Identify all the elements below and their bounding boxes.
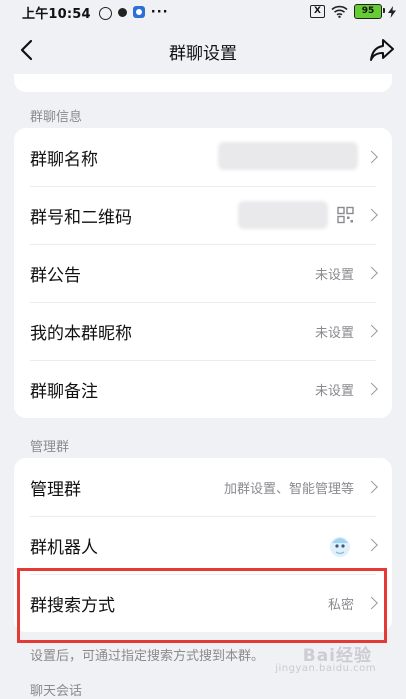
section-label-chat: 聊天会话 [30, 684, 83, 699]
close-box-icon: X [310, 5, 325, 18]
chevron-right-icon [365, 266, 378, 280]
chevron-right-icon [365, 208, 378, 222]
group-info-card: 群聊名称 群号和二维码 群公告 未设置 我的本群昵称 未设置 群聊备注 未设置 [14, 128, 392, 418]
app-notification-icon [132, 6, 145, 18]
row-value: 加群设置、智能管理等 [223, 481, 354, 497]
highlight-annotation [17, 568, 387, 643]
row-label: 管理群 [30, 479, 81, 500]
row-my-nickname[interactable]: 我的本群昵称 未设置 [14, 302, 392, 360]
navigation-bar: 群聊设置 [0, 30, 406, 70]
row-manage-group[interactable]: 管理群 加群设置、智能管理等 [14, 458, 392, 516]
status-time: 上午10:54 [22, 6, 91, 22]
row-label: 群号和二维码 [30, 207, 132, 228]
status-bar: 上午10:54 ··· X 95 [0, 0, 406, 24]
row-group-remark[interactable]: 群聊备注 未设置 [14, 360, 392, 418]
row-group-number-qr[interactable]: 群号和二维码 [14, 186, 392, 244]
alarm-icon [98, 6, 112, 20]
blurred-group-name [218, 142, 358, 170]
section-label-manage: 管理群 [30, 440, 70, 455]
row-value: 未设置 [314, 383, 354, 399]
chevron-right-icon [365, 382, 378, 396]
row-value: 未设置 [314, 325, 354, 341]
row-group-name[interactable]: 群聊名称 [14, 128, 392, 186]
share-icon[interactable] [368, 36, 396, 64]
chevron-right-icon [365, 150, 378, 164]
section-label-group-info: 群聊信息 [30, 110, 83, 125]
row-label: 群公告 [30, 265, 81, 286]
row-group-notice[interactable]: 群公告 未设置 [14, 244, 392, 302]
chevron-right-icon [365, 324, 378, 338]
page-title: 群聊设置 [169, 44, 237, 64]
row-group-robot[interactable]: 群机器人 [14, 516, 392, 574]
status-right: X 95 [310, 4, 396, 19]
wifi-icon [331, 5, 348, 18]
chevron-right-icon [365, 538, 378, 552]
robot-avatar-icon [330, 537, 350, 557]
notification-dot-icon [117, 7, 127, 17]
qr-code-icon [337, 206, 354, 224]
row-label: 群聊名称 [30, 149, 98, 170]
chevron-right-icon [365, 480, 378, 494]
watermark-url: jingyan.baidu.com [275, 663, 376, 674]
charging-icon [388, 5, 396, 18]
battery-indicator: 95 [354, 4, 385, 19]
row-label: 群机器人 [30, 537, 98, 558]
row-label: 群聊备注 [30, 381, 98, 402]
search-mode-note: 设置后，可通过指定搜索方式搜到本群。 [30, 649, 265, 664]
more-notifications-icon: ··· [150, 4, 169, 20]
blurred-group-number [238, 201, 328, 229]
row-label: 我的本群昵称 [30, 323, 132, 344]
row-value: 未设置 [314, 267, 354, 283]
top-card [14, 74, 392, 92]
